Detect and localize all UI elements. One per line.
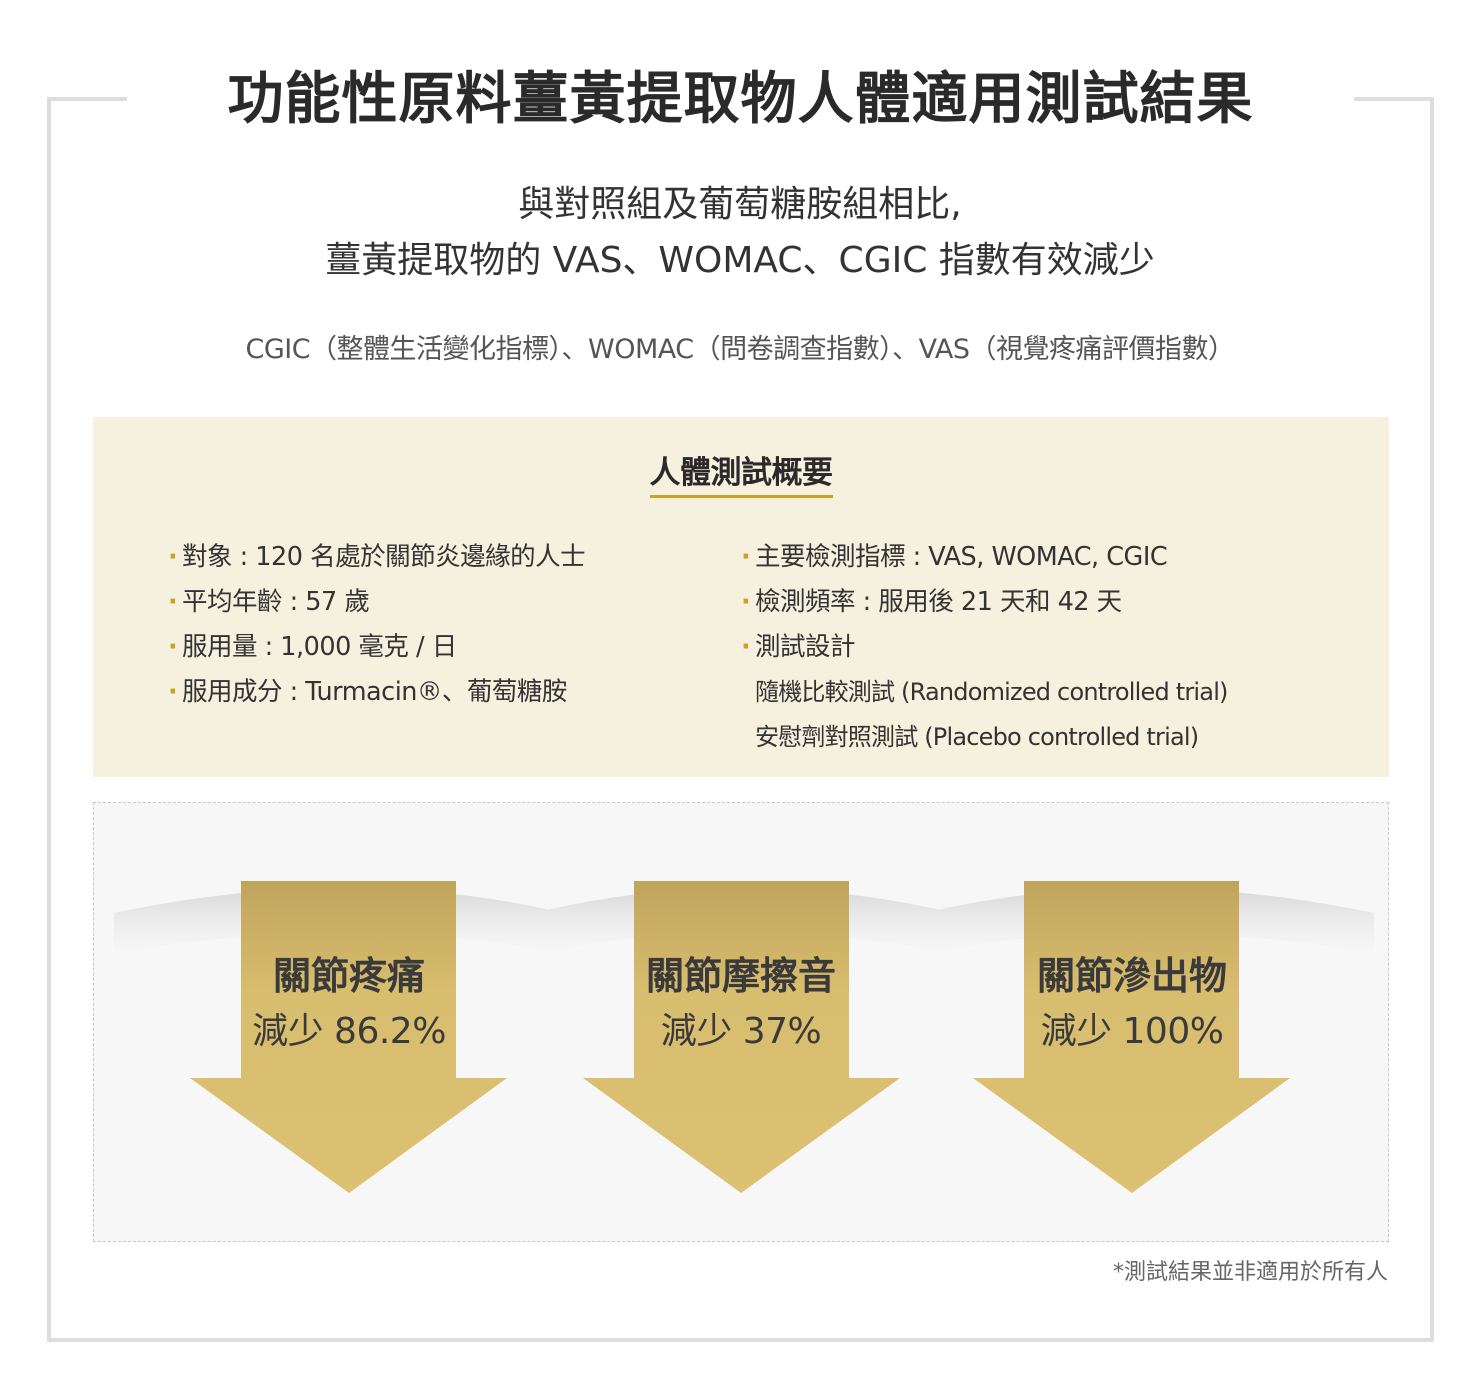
result-value: 減少 100% — [1040, 1011, 1224, 1052]
summary-item-text: 平均年齡 : 57 歲 — [182, 587, 370, 617]
result-label: 關節摩擦音 — [645, 954, 836, 998]
summary-item-text: 測試設計 — [755, 632, 856, 662]
result-value: 減少 37% — [660, 1011, 822, 1052]
result-joint-pain: 關節疼痛 減少 86.2% — [219, 951, 479, 1057]
result-label: 關節滲出物 — [1036, 954, 1227, 998]
summary-item-text: 服用量 : 1,000 毫克 / 日 — [182, 632, 457, 662]
bullet-dot: · — [168, 632, 178, 662]
bullet-dot: · — [741, 542, 751, 572]
summary-item-frequency: · 檢測頻率 : 服用後 21 天和 42 天 — [741, 580, 1361, 625]
result-value: 減少 86.2% — [252, 1011, 446, 1052]
subtitle-line-2: 薑黃提取物的 VAS、WOMAC、CGIC 指數有效減少 — [325, 240, 1155, 281]
result-label: 關節疼痛 — [272, 954, 425, 998]
summary-item-design: · 測試設計 — [741, 625, 1361, 670]
result-joint-crepitus: 關節摩擦音 減少 37% — [606, 951, 876, 1057]
design-item-randomized: 隨機比較測試 (Randomized controlled trial) — [755, 678, 1228, 706]
frame-top-left-border — [47, 97, 127, 101]
frame-left-border — [47, 97, 51, 1342]
summary-item-age: · 平均年齡 : 57 歲 — [168, 580, 728, 625]
summary-item-indicators: · 主要檢測指標 : VAS, WOMAC, CGIC — [741, 535, 1361, 580]
results-panel: 關節疼痛 減少 86.2% 關節摩擦音 減少 37% 關節滲出物 減少 100% — [93, 802, 1389, 1242]
bullet-dot: · — [741, 632, 751, 662]
bullet-dot: · — [168, 587, 178, 617]
summary-item-ingredients: · 服用成分 : Turmacin®、葡萄糖胺 — [168, 670, 728, 715]
summary-item-text: 對象 : 120 名處於關節炎邊緣的人士 — [182, 542, 586, 572]
frame-right-border — [1430, 97, 1434, 1342]
frame-top-right-border — [1354, 97, 1434, 101]
summary-item-subjects: · 對象 : 120 名處於關節炎邊緣的人士 — [168, 535, 728, 580]
bullet-dot: · — [168, 542, 178, 572]
summary-heading-wrap: 人體測試概要 — [93, 451, 1389, 498]
summary-heading: 人體測試概要 — [649, 451, 833, 498]
summary-item-text: 檢測頻率 : 服用後 21 天和 42 天 — [755, 587, 1122, 617]
summary-left-column: · 對象 : 120 名處於關節炎邊緣的人士 · 平均年齡 : 57 歲 · 服用量 … — [168, 535, 728, 715]
summary-item-text: 主要檢測指標 : VAS, WOMAC, CGIC — [755, 542, 1168, 572]
disclaimer-note: *測試結果並非適用於所有人 — [1112, 1260, 1388, 1285]
bullet-dot: · — [168, 677, 178, 707]
page-title: 功能性原料薑黃提取物人體適用測試結果 — [227, 67, 1254, 132]
summary-item-text: 服用成分 : Turmacin®、葡萄糖胺 — [182, 677, 567, 707]
result-joint-effusion: 關節滲出物 減少 100% — [997, 951, 1267, 1057]
subtitle-line-1: 與對照組及葡萄糖胺組相比, — [518, 184, 962, 225]
test-summary-box: 人體測試概要 · 對象 : 120 名處於關節炎邊緣的人士 · 平均年齡 : 57 … — [93, 417, 1389, 777]
bullet-dot: · — [741, 587, 751, 617]
summary-right-column: · 主要檢測指標 : VAS, WOMAC, CGIC · 檢測頻率 : 服用後 2… — [741, 535, 1361, 760]
summary-item-dosage: · 服用量 : 1,000 毫克 / 日 — [168, 625, 728, 670]
frame-bottom-border — [47, 1338, 1434, 1342]
design-item-placebo: 安慰劑對照測試 (Placebo controlled trial) — [755, 723, 1199, 751]
index-legend: CGIC（整體生活變化指標）、WOMAC（問卷調查指數）、VAS（視覺疼痛評價指… — [245, 334, 1235, 365]
